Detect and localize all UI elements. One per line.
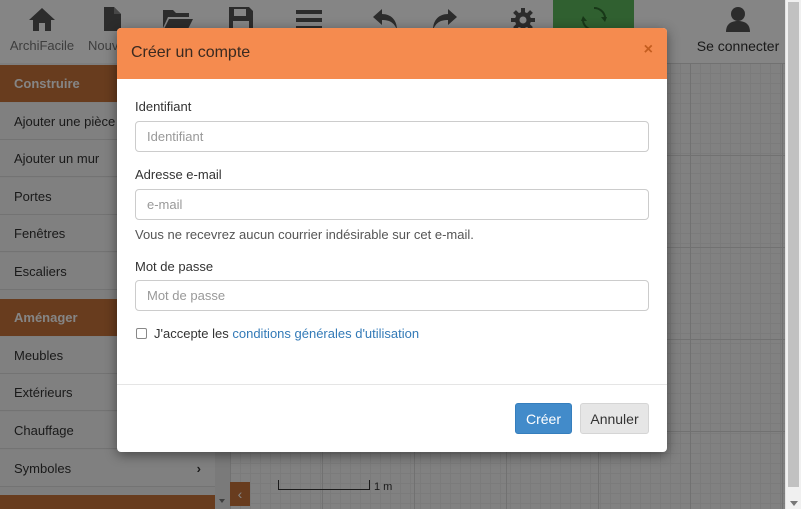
username-label: Identifiant (135, 99, 192, 114)
dialog-divider (117, 384, 667, 385)
dialog-title: Créer un compte (131, 44, 251, 61)
dialog-header: Créer un compte × (117, 28, 667, 79)
cancel-button[interactable]: Annuler (580, 403, 649, 434)
email-field[interactable] (135, 189, 649, 220)
terms-checkbox[interactable] (136, 328, 147, 339)
terms-text: J'accepte les conditions générales d'uti… (154, 326, 419, 341)
terms-link[interactable]: conditions générales d'utilisation (232, 326, 419, 341)
password-label: Mot de passe (135, 259, 214, 274)
terms-prefix: J'accepte les (154, 326, 233, 341)
create-button[interactable]: Créer (515, 403, 572, 434)
email-help-text: Vous ne recevrez aucun courrier indésira… (135, 227, 474, 242)
close-icon[interactable]: × (644, 41, 653, 59)
create-account-dialog: Créer un compte × Identifiant Adresse e-… (117, 28, 667, 452)
password-field[interactable] (135, 280, 649, 311)
window-scrollbar[interactable] (785, 0, 801, 509)
email-label: Adresse e-mail (135, 167, 222, 182)
window-scrollbar-thumb[interactable] (788, 2, 799, 487)
scroll-down-icon[interactable] (790, 501, 798, 506)
username-field[interactable] (135, 121, 649, 152)
